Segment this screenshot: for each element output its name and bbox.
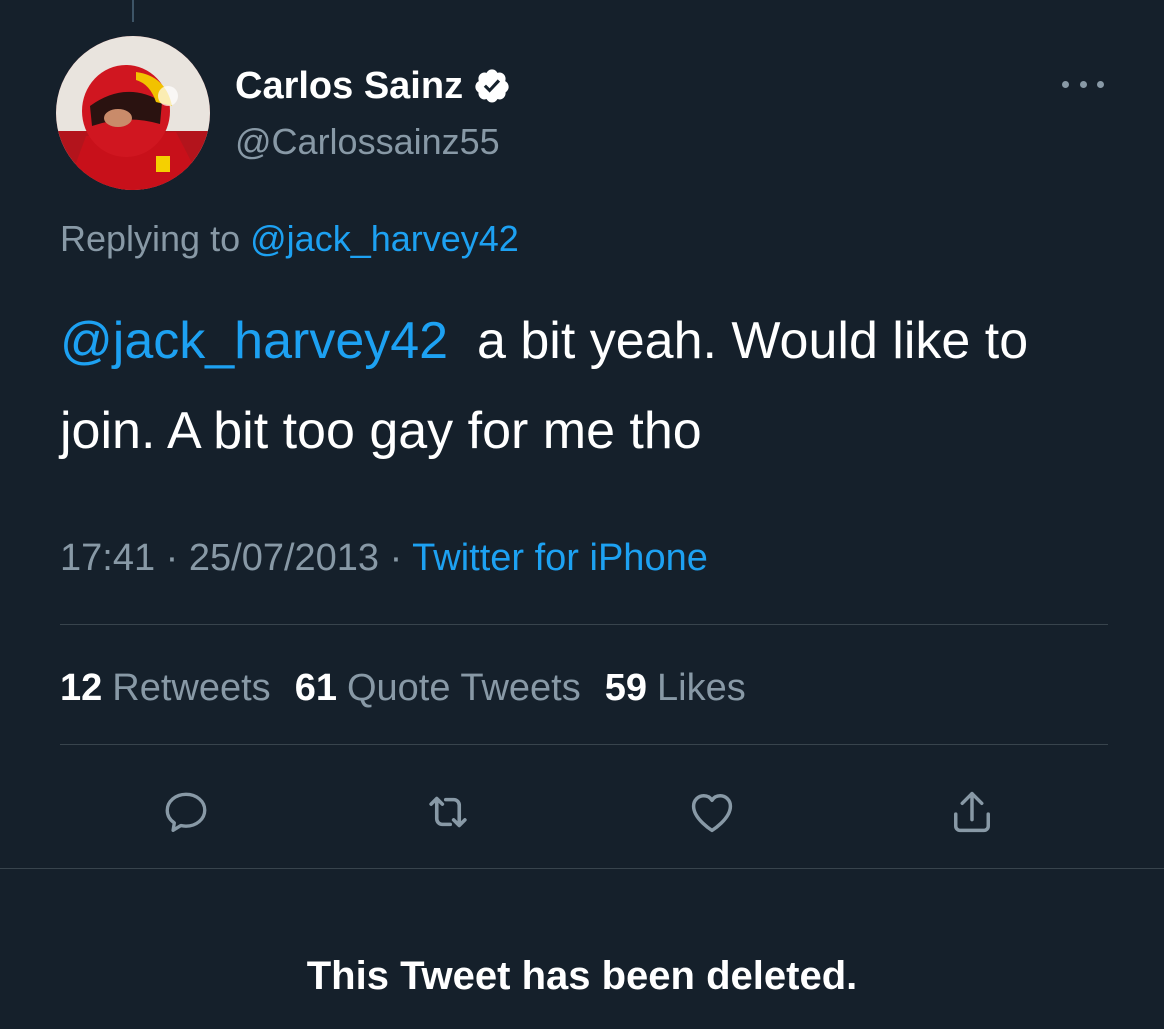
more-options-icon[interactable] [1062,72,1104,96]
tweet-date: 25/07/2013 [188,537,380,579]
retweets-stat[interactable]: 12 Retweets [60,662,271,714]
likes-count: 59 [604,667,648,709]
author-handle[interactable]: @Carlossainz55 [235,118,500,166]
author-name-row[interactable]: Carlos Sainz [235,62,511,110]
tweet-time: 17:41 [60,537,156,579]
meta-separator: · [389,537,403,579]
tweet-source-link[interactable]: Twitter for iPhone [412,537,708,579]
divider [60,744,1108,745]
like-button[interactable] [680,780,744,844]
share-icon [954,791,990,833]
thread-connector-line [132,0,134,22]
more-dot [1097,80,1104,88]
quote-tweets-count: 61 [294,667,337,709]
likes-stat[interactable]: 59 Likes [605,662,746,714]
heart-icon [691,794,733,833]
replying-to-handle-link[interactable]: @jack_harvey42 [250,218,519,259]
reply-button[interactable] [154,780,218,844]
deleted-tweet-notice-box [0,868,1164,1029]
tweet-action-bar [0,780,1164,844]
verified-badge-icon [473,67,511,105]
likes-label: Likes [657,667,746,709]
share-button[interactable] [940,780,1004,844]
tweet-mention-link[interactable]: @jack_harvey42 [60,312,448,370]
retweet-icon [429,796,467,828]
quote-tweets-stat[interactable]: 61 Quote Tweets [295,662,581,714]
retweet-button[interactable] [416,780,480,844]
replying-to-prefix: Replying to [60,218,241,259]
avatar[interactable] [56,36,210,190]
deleted-tweet-notice: This Tweet has been deleted. [306,954,858,998]
retweets-count: 12 [60,667,103,709]
tweet-body: @jack_harvey42 a bit yeah. Would like to… [60,296,1120,476]
author-display-name[interactable]: Carlos Sainz [235,62,463,110]
avatar-image [56,36,210,190]
more-dot [1062,80,1069,88]
tweet-detail-screen: Carlos Sainz @Carlossainz55 Replying to … [0,0,1164,1029]
quote-tweets-label: Quote Tweets [346,667,581,709]
more-dot [1079,80,1087,88]
tweet-meta: 17:41 · 25/07/2013 · Twitter for iPhone [60,532,708,584]
reply-icon [165,792,207,832]
replying-to-line: Replying to @jack_harvey42 [60,215,519,263]
tweet-stats: 12 Retweets 61 Quote Tweets 59 Likes [60,662,746,714]
retweets-label: Retweets [112,667,271,709]
meta-separator: · [165,537,179,579]
divider [60,624,1108,625]
